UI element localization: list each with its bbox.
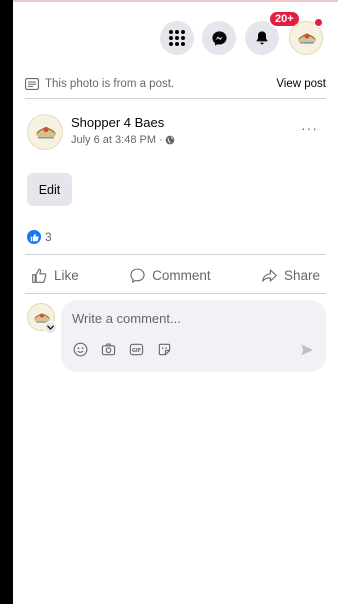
comment-composer[interactable]: Write a comment... GIF	[61, 300, 326, 372]
view-post-link[interactable]: View post	[276, 78, 326, 90]
post-timestamp: July 6 at 3:48 PM ·	[71, 134, 175, 146]
post-time-text: July 6 at 3:48 PM ·	[71, 134, 163, 146]
comment-label: Comment	[152, 268, 211, 283]
more-options-button[interactable]: ···	[301, 120, 318, 136]
author-avatar[interactable]	[27, 114, 63, 150]
top-bar: 20+	[13, 2, 338, 68]
actions-top-divider	[25, 254, 326, 255]
send-icon[interactable]	[300, 343, 314, 357]
reaction-count: 3	[45, 230, 52, 244]
share-label: Share	[283, 268, 320, 283]
messenger-button[interactable]	[202, 21, 236, 55]
svg-text:GIF: GIF	[132, 348, 141, 354]
sticker-icon[interactable]	[157, 342, 172, 357]
globe-icon	[165, 135, 175, 145]
source-divider	[25, 98, 326, 99]
author-name[interactable]: Shopper 4 Baes	[71, 115, 164, 130]
actions-bottom-divider	[25, 293, 326, 294]
edit-button[interactable]: Edit	[27, 173, 72, 206]
composer-tools: GIF	[73, 342, 172, 357]
messenger-icon	[211, 30, 227, 46]
like-button[interactable]: Like	[25, 267, 85, 284]
menu-grid-icon	[169, 30, 185, 46]
comment-bubble-icon	[130, 268, 145, 283]
post-source-text: This photo is from a post.	[45, 78, 175, 90]
chevron-down-icon[interactable]	[44, 321, 57, 334]
post-source-row: This photo is from a post. View post	[25, 70, 326, 98]
post-side-panel: 20+ This photo is from a post. View post	[13, 2, 338, 604]
camera-icon[interactable]	[101, 342, 116, 357]
post-actions-row: Like Comment Share	[25, 258, 326, 293]
share-button[interactable]: Share	[255, 267, 326, 284]
comment-input[interactable]: Write a comment...	[72, 311, 181, 326]
bell-icon	[256, 31, 268, 45]
menu-grid-button[interactable]	[160, 21, 194, 55]
emoji-icon[interactable]	[73, 342, 88, 357]
reaction-summary[interactable]: 3	[27, 230, 52, 244]
like-reaction-icon	[27, 230, 41, 244]
post-document-icon	[25, 78, 39, 90]
gif-icon[interactable]: GIF	[129, 342, 144, 357]
share-arrow-icon	[262, 269, 277, 282]
like-label: Like	[54, 268, 79, 283]
profile-status-dot	[314, 18, 323, 27]
comment-button[interactable]: Comment	[123, 267, 217, 284]
left-dark-strip	[0, 0, 13, 604]
thumbs-up-icon	[32, 268, 47, 283]
